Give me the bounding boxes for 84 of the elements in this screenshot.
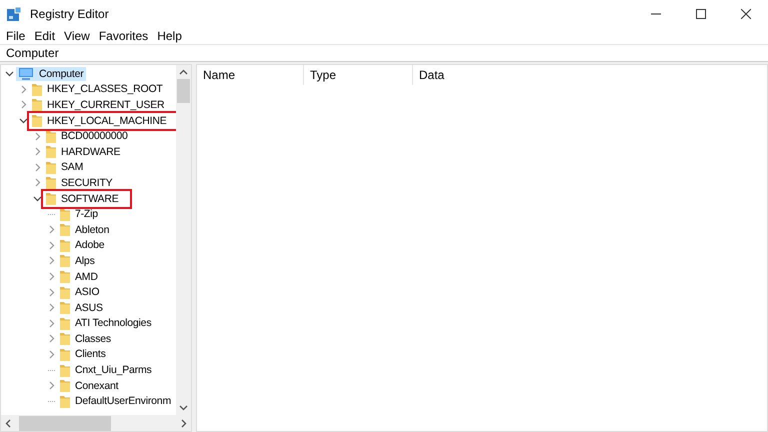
scroll-left-icon[interactable] [5,418,11,428]
folder-icon [46,145,56,158]
chevron-right-icon[interactable] [19,100,28,110]
scroll-down-icon[interactable] [179,405,188,411]
chevron-right-icon[interactable] [47,350,56,359]
scroll-right-icon[interactable] [181,418,187,428]
folder-icon [46,192,56,206]
folder-icon [32,82,42,96]
folder-icon [46,176,56,190]
tree-item[interactable]: HARDWARE [44,144,122,159]
folder-icon [60,208,70,221]
tree-item[interactable]: ASUS [58,300,105,315]
column-header[interactable]: Name [197,65,304,85]
folder-icon [60,286,70,299]
chevron-down-icon[interactable] [33,194,42,204]
chevron-right-icon[interactable] [47,381,56,390]
folder-icon [60,379,70,392]
chevron-right-icon[interactable] [47,288,56,297]
tree-item[interactable]: SOFTWARE [44,192,129,206]
tree-item[interactable]: Alps [58,254,97,268]
tree-item[interactable]: Ableton [58,222,112,237]
horizontal-scrollbar[interactable] [1,415,191,431]
tree-item[interactable]: Conexant [58,378,120,393]
column-header[interactable]: Data [413,65,539,85]
tree-item[interactable]: AMD [58,270,100,284]
chevron-down-icon[interactable] [5,69,14,78]
scroll-thumb[interactable] [19,416,111,430]
folder-icon [60,394,70,408]
chevron-down-icon[interactable] [19,116,28,126]
folder-icon [60,301,70,314]
folder-icon [60,270,70,284]
tree-item[interactable]: 7-Zip [58,207,100,222]
chevron-right-icon[interactable] [47,240,56,250]
chevron-right-icon[interactable] [33,132,42,141]
chevron-right-icon[interactable] [19,84,28,94]
window-title: Registry Editor [30,6,109,20]
chevron-right-icon[interactable] [47,225,56,234]
maximize-icon [696,8,706,18]
folder-icon [60,238,70,252]
tree-item[interactable]: Adobe [58,238,106,252]
chevron-right-icon[interactable] [47,256,56,266]
tree-item[interactable]: HKEY_CURRENT_USER [30,98,166,112]
chevron-right-icon[interactable] [47,303,56,312]
menu-item[interactable]: View [58,28,93,42]
tree-item[interactable]: SECURITY [44,176,114,190]
tree-item[interactable]: Cnxt_Uiu_Parms [58,363,154,378]
chevron-right-icon[interactable] [33,147,42,156]
tree-item[interactable]: Clients [58,347,108,362]
folder-icon [60,332,70,346]
vertical-scrollbar[interactable] [176,65,191,415]
folder-icon [32,114,42,128]
close-icon [740,8,750,18]
chevron-right-icon[interactable] [47,272,56,282]
tree-item[interactable]: BCD00000000 [44,129,130,144]
tree-item[interactable]: SAM [44,160,86,174]
tree-item[interactable]: DefaultUserEnvironm [58,394,173,408]
folder-icon [60,364,70,377]
tree-item[interactable]: ATI Technologies [58,316,154,330]
address-field[interactable]: Computer [0,44,768,62]
folder-icon [60,223,70,236]
tree-item[interactable]: Computer [16,66,86,81]
tree-item[interactable]: ASIO [58,285,102,300]
chevron-right-icon[interactable] [33,162,42,172]
column-header[interactable]: Type [304,65,413,85]
menu-item[interactable]: File [0,28,28,42]
tree-item[interactable]: Classes [58,332,113,346]
folder-icon [32,98,42,112]
registry-icon [6,6,22,22]
folder-icon [60,348,70,361]
folder-icon [46,130,56,143]
chevron-right-icon[interactable] [47,334,56,344]
chevron-right-icon[interactable] [33,178,42,188]
tree-item[interactable]: HKEY_LOCAL_MACHINE [30,114,176,128]
folder-icon [60,316,70,330]
chevron-right-icon[interactable] [47,318,56,328]
tree-item[interactable]: HKEY_CLASSES_ROOT [30,82,165,96]
scroll-thumb[interactable] [177,79,190,103]
menu-item[interactable]: Edit [28,28,58,42]
scroll-up-icon[interactable] [179,69,188,75]
computer-icon [18,66,34,81]
menu-item[interactable]: Help [151,28,185,42]
folder-icon [60,254,70,268]
menu-item[interactable]: Favorites [92,28,152,42]
folder-icon [46,160,56,174]
